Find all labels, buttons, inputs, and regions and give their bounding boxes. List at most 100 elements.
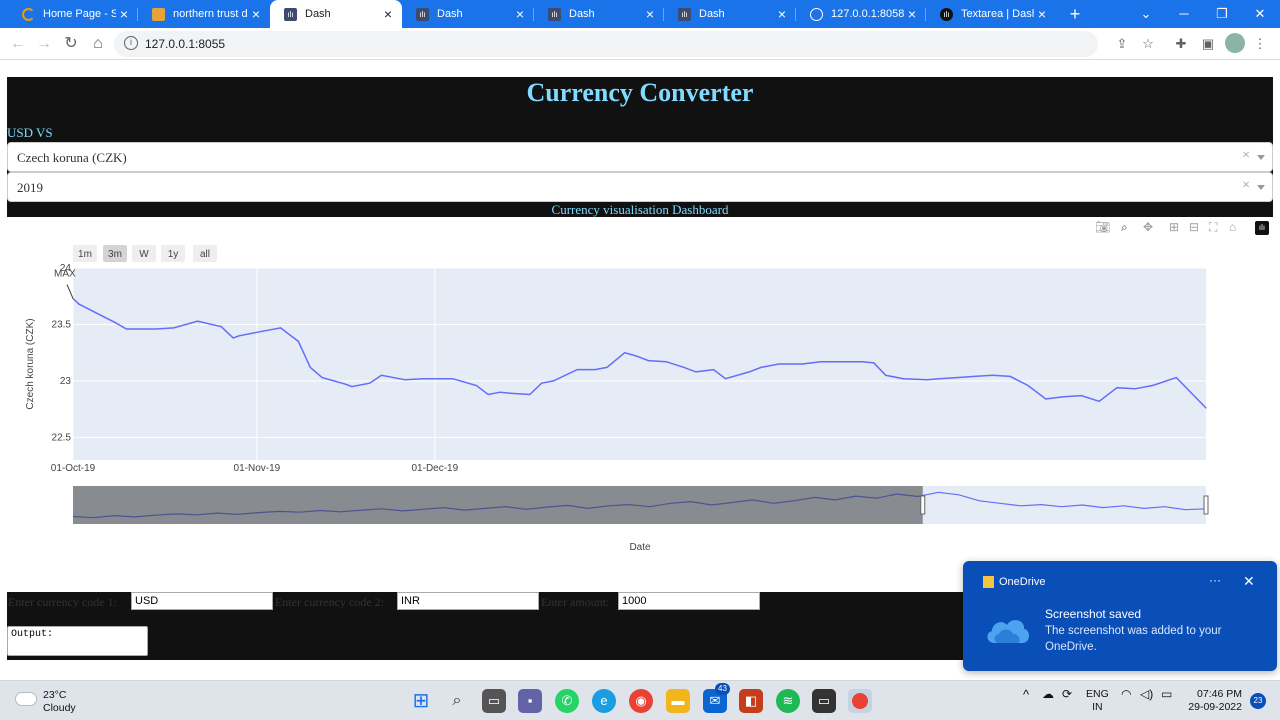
data-point — [125, 328, 127, 330]
close-tab-icon[interactable]: × — [774, 6, 790, 22]
teams-icon[interactable]: ▪ — [518, 689, 542, 713]
data-point — [991, 374, 994, 376]
close-icon[interactable]: ✕ — [1243, 573, 1255, 590]
task-view-icon[interactable]: ▭ — [482, 689, 506, 713]
forward-icon[interactable]: → — [32, 32, 56, 56]
page-title: Currency Converter — [526, 78, 754, 107]
edge-icon[interactable]: e — [592, 689, 616, 713]
data-point — [665, 361, 667, 363]
more-options-icon[interactable]: ··· — [1209, 573, 1221, 587]
chevron-up-icon[interactable]: ^ — [1023, 688, 1029, 701]
data-point — [1134, 388, 1136, 390]
dash-icon: ılı — [284, 7, 297, 21]
address-bar[interactable]: i 127.0.0.1:8055 — [114, 31, 1098, 57]
home-icon[interactable]: ⌂ — [86, 32, 110, 56]
browser-tab[interactable]: Home Page - Sele × — [8, 0, 138, 28]
maximize-button[interactable]: ❐ — [1203, 0, 1241, 28]
date: 29-09-2022 — [1188, 701, 1242, 713]
spotify-icon[interactable]: ≋ — [776, 689, 800, 713]
data-point — [529, 393, 531, 396]
back-icon[interactable]: ← — [6, 32, 30, 56]
close-tab-icon[interactable]: × — [116, 6, 132, 22]
currency-code-2-input[interactable]: INR — [397, 592, 539, 610]
close-tab-icon[interactable]: × — [642, 6, 658, 22]
close-tab-icon[interactable]: × — [248, 6, 264, 22]
currency-code-1-input[interactable]: USD — [131, 592, 273, 610]
dash-dark-icon: ılı — [940, 7, 953, 21]
year-dropdown[interactable]: 2019 × — [7, 172, 1273, 202]
battery-icon[interactable]: ▭ — [1161, 688, 1172, 701]
office-icon[interactable]: ◧ — [739, 689, 763, 713]
data-point — [96, 312, 98, 314]
tab-title: Dash — [437, 8, 463, 20]
language-indicator[interactable]: ENG IN — [1086, 688, 1109, 714]
browser-tab[interactable]: ılı Textarea | Dash fo × — [926, 0, 1056, 28]
wifi-icon[interactable]: ◠ — [1121, 688, 1131, 701]
terminal-icon[interactable]: ▭ — [812, 689, 836, 713]
output-textarea[interactable]: Output: — [7, 626, 148, 656]
close-window-button[interactable]: ✕ — [1241, 0, 1279, 28]
data-point — [885, 374, 887, 376]
reload-icon[interactable]: ↻ — [59, 32, 83, 56]
menu-kebab-icon[interactable]: ⋮ — [1250, 34, 1270, 54]
annotation-arrow — [66, 284, 74, 299]
amount-input[interactable]: 1000 — [618, 592, 760, 610]
side-panel-icon[interactable]: ▣ — [1198, 34, 1218, 54]
notification-badge[interactable]: 23 — [1250, 693, 1266, 709]
profile-avatar[interactable] — [1225, 33, 1245, 53]
chrome-icon[interactable]: ◉ — [629, 689, 653, 713]
browser-tab[interactable]: ılı Dash × — [534, 0, 664, 28]
new-tab-button[interactable]: + — [1064, 3, 1086, 25]
time: 07:46 PM — [1197, 688, 1242, 700]
currency-dropdown[interactable]: Czech koruna (CZK) × — [7, 142, 1273, 172]
dash-icon: ılı — [548, 7, 561, 21]
mail-icon[interactable]: ✉ 43 — [703, 683, 730, 713]
share-icon[interactable]: ⇪ — [1112, 34, 1132, 54]
browser-tab[interactable]: ılı Dash × — [664, 0, 796, 28]
dash-icon: ılı — [416, 7, 429, 21]
browser-tab[interactable]: northern trust da × — [138, 0, 270, 28]
y-tick-label: 22.5 — [52, 432, 72, 443]
file-explorer-icon[interactable]: ▬ — [666, 689, 690, 713]
data-point — [819, 361, 822, 363]
currency-chart: 📷︎ ⌕ ✥ ⊞ ⊟ ⛶ ⌂ ılı 1m 3m W 1y all 22.5 23 23.5 2… — [7, 218, 1273, 590]
data-point — [831, 361, 833, 363]
browser-tab-active[interactable]: ılı Dash × — [270, 0, 402, 28]
data-point — [173, 327, 175, 329]
onedrive-tray-icon[interactable]: ☁ — [1042, 688, 1054, 701]
extensions-icon[interactable]: ✚ — [1171, 34, 1191, 54]
rangeslider-handle[interactable] — [1203, 495, 1209, 515]
sync-icon[interactable]: ⟳ — [1062, 688, 1072, 701]
onedrive-toast[interactable]: OneDrive ··· ✕ Screenshot saved The scre… — [963, 561, 1277, 671]
site-info-icon[interactable]: i — [124, 36, 138, 50]
search-icon[interactable]: ⌕ — [445, 689, 469, 713]
data-point — [238, 335, 240, 337]
tab-search-icon[interactable]: ⌄ — [1127, 0, 1165, 28]
whatsapp-icon[interactable]: ✆ — [555, 689, 579, 713]
clear-icon[interactable]: × — [1242, 148, 1250, 164]
x-tick-label: 01-Dec-19 — [411, 463, 458, 474]
windows-start-icon[interactable]: ⊞ — [409, 689, 433, 713]
browser-tab[interactable]: 127.0.0.1:8058 × — [796, 0, 926, 28]
data-point — [902, 378, 905, 380]
data-point — [1175, 376, 1177, 379]
tab-title: Home Page - Sele — [43, 8, 116, 20]
y-tick-label: 23 — [60, 376, 72, 387]
close-tab-icon[interactable]: × — [904, 6, 920, 22]
close-tab-icon[interactable]: × — [512, 6, 528, 22]
clear-icon[interactable]: × — [1242, 178, 1250, 194]
close-tab-icon[interactable]: × — [1034, 6, 1050, 22]
bookmark-star-icon[interactable]: ☆ — [1138, 34, 1158, 54]
minimize-button[interactable]: ─ — [1165, 0, 1203, 28]
chevron-down-icon[interactable] — [1257, 155, 1265, 160]
volume-icon[interactable]: ◁) — [1140, 688, 1153, 701]
chevron-down-icon[interactable] — [1257, 185, 1265, 190]
browser-tab[interactable]: ılı Dash × — [402, 0, 534, 28]
close-tab-icon[interactable]: × — [380, 6, 396, 22]
data-point — [113, 321, 116, 323]
chrome-active-icon[interactable] — [848, 689, 872, 713]
clock[interactable]: 07:46 PM 29-09-2022 — [1186, 688, 1242, 714]
language-code: ENG — [1086, 688, 1109, 700]
rangeslider-handle[interactable] — [920, 495, 926, 515]
toast-body: The screenshot was added to your OneDriv… — [1045, 625, 1222, 653]
